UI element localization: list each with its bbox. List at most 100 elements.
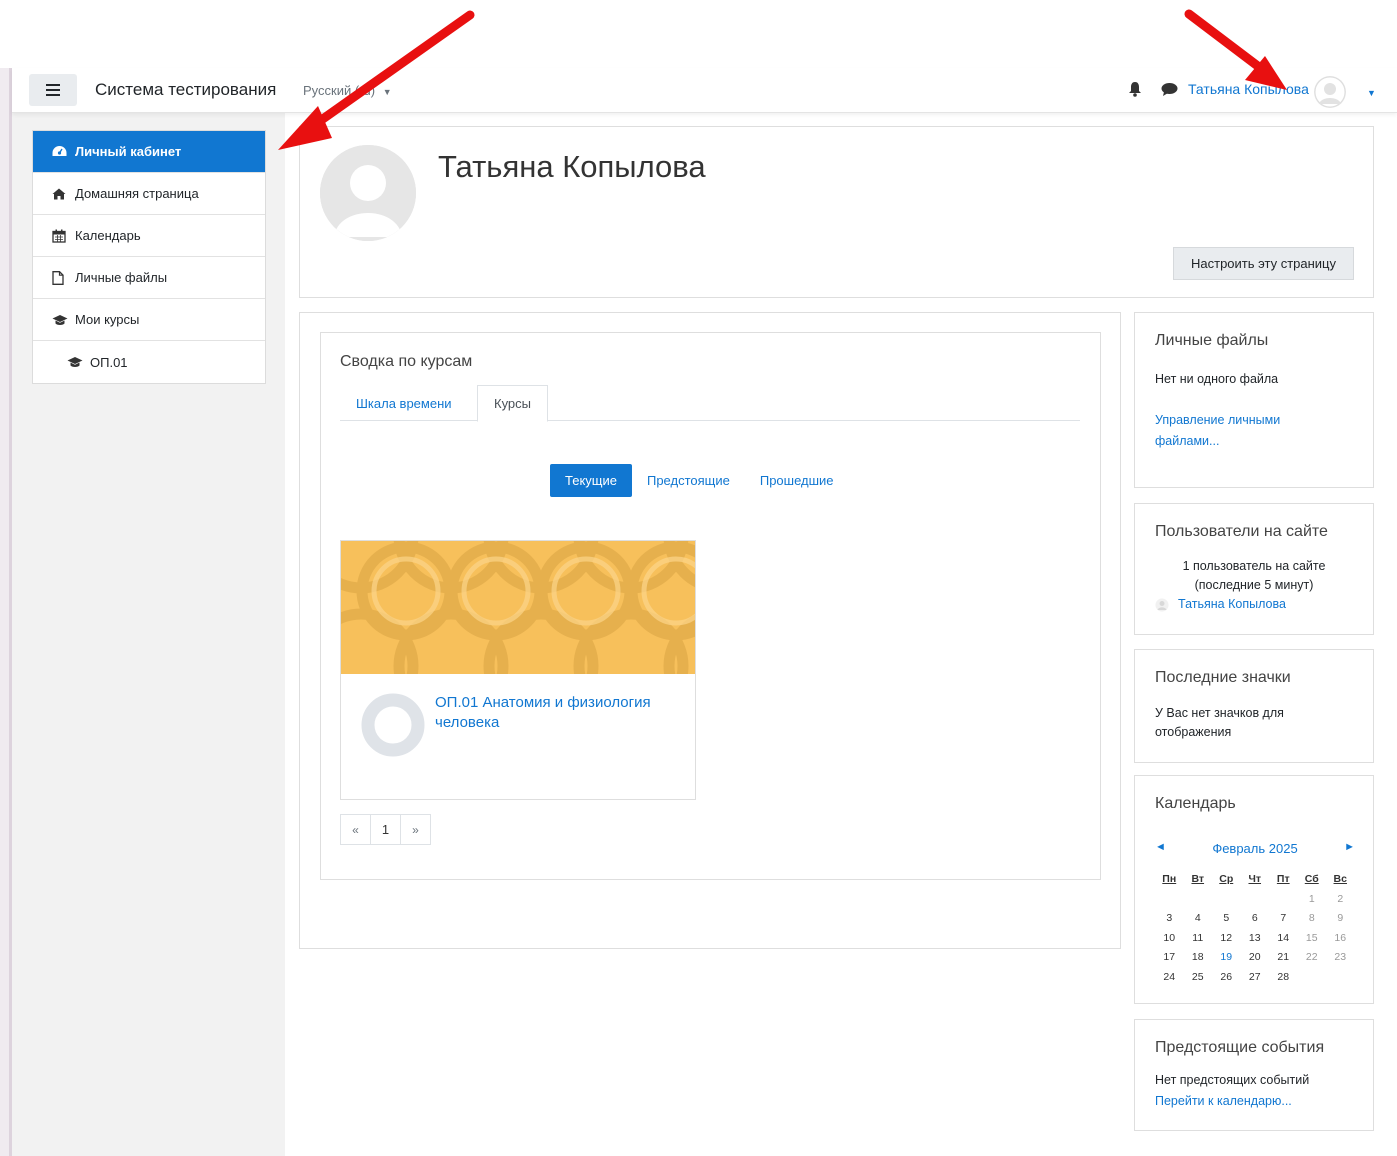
- hamburger-icon: [46, 84, 60, 96]
- language-menu[interactable]: Русский (ru) ▼: [303, 83, 392, 98]
- calendar-day[interactable]: 13: [1241, 932, 1270, 952]
- tab-courses[interactable]: Курсы: [477, 385, 549, 422]
- calendar-day[interactable]: 4: [1184, 912, 1213, 932]
- calendar-day[interactable]: 7: [1269, 912, 1298, 932]
- filter-past[interactable]: Прошедшие: [745, 464, 849, 497]
- calendar-day[interactable]: 27: [1241, 971, 1270, 991]
- calendar-day[interactable]: [1184, 893, 1213, 913]
- calendar-day[interactable]: 21: [1269, 951, 1298, 971]
- online-user-link[interactable]: Татьяна Копылова: [1178, 595, 1286, 614]
- calendar-day[interactable]: [1241, 893, 1270, 913]
- calendar-day[interactable]: 24: [1155, 971, 1184, 991]
- nav-item-calendar[interactable]: Календарь: [33, 215, 265, 257]
- user-menu-name[interactable]: Татьяна Копылова: [1188, 81, 1309, 97]
- calendar-weekday: Ср: [1219, 873, 1234, 885]
- site-name[interactable]: Система тестирования: [95, 80, 276, 100]
- filter-in-progress[interactable]: Текущие: [550, 464, 632, 497]
- tab-timeline[interactable]: Шкала времени: [340, 385, 468, 422]
- badges-empty-text: У Вас нет значков для отображения: [1155, 706, 1284, 739]
- calendar-day[interactable]: 12: [1212, 932, 1241, 952]
- calendar-weekday-row: Пн Вт Ср Чт Пт Сб Вс: [1155, 873, 1355, 893]
- nav-item-course-op01[interactable]: ОП.01: [33, 341, 265, 383]
- language-label: Русский (ru): [303, 83, 376, 98]
- pagination: « 1 »: [340, 814, 431, 845]
- block-title: Пользователи на сайте: [1155, 523, 1328, 540]
- calendar-day[interactable]: [1212, 893, 1241, 913]
- calendar-day[interactable]: 23: [1326, 951, 1355, 971]
- calendar-grid: Пн Вт Ср Чт Пт Сб Вс 1 2 3 4 5 6 7 8 9 10 11 12 13 14 15 16 17 1…: [1155, 873, 1355, 990]
- calendar-day[interactable]: 5: [1212, 912, 1241, 932]
- calendar-day[interactable]: 6: [1241, 912, 1270, 932]
- nav-item-home[interactable]: Домашняя страница: [33, 173, 265, 215]
- calendar-day[interactable]: 25: [1184, 971, 1213, 991]
- block-title: Личные файлы: [1155, 332, 1269, 349]
- calendar-day[interactable]: 22: [1298, 951, 1327, 971]
- user-avatar-icon: [1155, 598, 1169, 611]
- page-next-button[interactable]: »: [400, 814, 431, 845]
- avatar-placeholder-icon: [320, 145, 416, 241]
- course-image[interactable]: [341, 541, 696, 674]
- calendar-day[interactable]: 8: [1298, 912, 1327, 932]
- calendar-day[interactable]: 1: [1298, 893, 1327, 913]
- calendar-day[interactable]: 14: [1269, 932, 1298, 952]
- calendar-day[interactable]: 26: [1212, 971, 1241, 991]
- nav-item-dashboard[interactable]: Личный кабинет: [33, 131, 265, 173]
- calendar-day[interactable]: [1298, 971, 1327, 991]
- calendar-week-row: 10 11 12 13 14 15 16: [1155, 932, 1355, 952]
- dashboard-icon: [52, 145, 70, 158]
- page-title: Татьяна Копылова: [438, 149, 706, 184]
- prev-month-arrow-icon[interactable]: ◄: [1155, 841, 1166, 853]
- page-prev-button[interactable]: «: [340, 814, 371, 845]
- course-filter-pills: Текущие Предстоящие Прошедшие: [550, 464, 849, 497]
- block-title: Сводка по курсам: [340, 353, 473, 370]
- filter-future[interactable]: Предстоящие: [632, 464, 745, 497]
- page-header: Татьяна Копылова Настроить эту страницу: [299, 126, 1374, 298]
- go-to-calendar-link[interactable]: Перейти к календарю...: [1155, 1092, 1353, 1111]
- calendar-day[interactable]: [1269, 893, 1298, 913]
- calendar-day[interactable]: 28: [1269, 971, 1298, 991]
- block-title: Последние значки: [1155, 669, 1291, 686]
- course-overview-block: Сводка по курсам Шкала времени Курсы Тек…: [320, 332, 1101, 880]
- block-title: Календарь: [1155, 795, 1236, 812]
- nav-item-my-courses[interactable]: Мои курсы: [33, 299, 265, 341]
- bell-icon[interactable]: [1128, 81, 1142, 97]
- menu-toggle-button[interactable]: [29, 74, 77, 106]
- events-empty-text: Нет предстоящих событий: [1155, 1073, 1310, 1087]
- calendar-day[interactable]: 11: [1184, 932, 1213, 952]
- customize-page-button[interactable]: Настроить эту страницу: [1173, 247, 1354, 280]
- calendar-day[interactable]: [1155, 893, 1184, 913]
- chat-icon[interactable]: [1161, 82, 1178, 97]
- calendar-day[interactable]: 3: [1155, 912, 1184, 932]
- page-number-button[interactable]: 1: [370, 814, 401, 845]
- calendar-day[interactable]: [1326, 971, 1355, 991]
- calendar-day[interactable]: 17: [1155, 951, 1184, 971]
- course-card[interactable]: 0% ОП.01 Анатомия и физиология человека: [340, 540, 696, 800]
- user-menu-caret-icon[interactable]: ▼: [1367, 88, 1376, 98]
- home-icon: [52, 188, 70, 200]
- calendar-day[interactable]: 18: [1184, 951, 1213, 971]
- chevron-down-icon: ▼: [382, 87, 392, 97]
- course-name-link[interactable]: ОП.01 Анатомия и физиология человека: [435, 693, 685, 733]
- calendar-day[interactable]: 9: [1326, 912, 1355, 932]
- calendar-block: Календарь Февраль 2025 ◄ ► Пн Вт Ср Чт Пт Сб В…: [1134, 775, 1374, 1004]
- calendar-day[interactable]: 19: [1212, 951, 1241, 971]
- nav-item-private-files[interactable]: Личные файлы: [33, 257, 265, 299]
- manage-files-link[interactable]: Управление личными файлами...: [1155, 410, 1325, 452]
- files-empty-text: Нет ни одного файла: [1155, 372, 1279, 386]
- calendar-weekday: Пн: [1162, 873, 1177, 885]
- calendar-day[interactable]: 10: [1155, 932, 1184, 952]
- calendar-day[interactable]: 2: [1326, 893, 1355, 913]
- block-title: Предстоящие события: [1155, 1039, 1325, 1056]
- calendar-day[interactable]: 15: [1298, 932, 1327, 952]
- calendar-header: Февраль 2025 ◄ ►: [1155, 841, 1355, 859]
- main-content: Сводка по курсам Шкала времени Курсы Тек…: [299, 312, 1121, 949]
- nav-item-label: Домашняя страница: [75, 186, 199, 201]
- online-user-row: Татьяна Копылова: [1155, 595, 1353, 614]
- next-month-arrow-icon[interactable]: ►: [1344, 841, 1355, 853]
- user-avatar[interactable]: [1314, 76, 1346, 108]
- private-files-block: Личные файлы Нет ни одного файла Управле…: [1134, 312, 1374, 488]
- recent-badges-block: Последние значки У Вас нет значков для о…: [1134, 649, 1374, 763]
- calendar-month[interactable]: Февраль 2025: [1155, 841, 1355, 856]
- calendar-day[interactable]: 20: [1241, 951, 1270, 971]
- calendar-day[interactable]: 16: [1326, 932, 1355, 952]
